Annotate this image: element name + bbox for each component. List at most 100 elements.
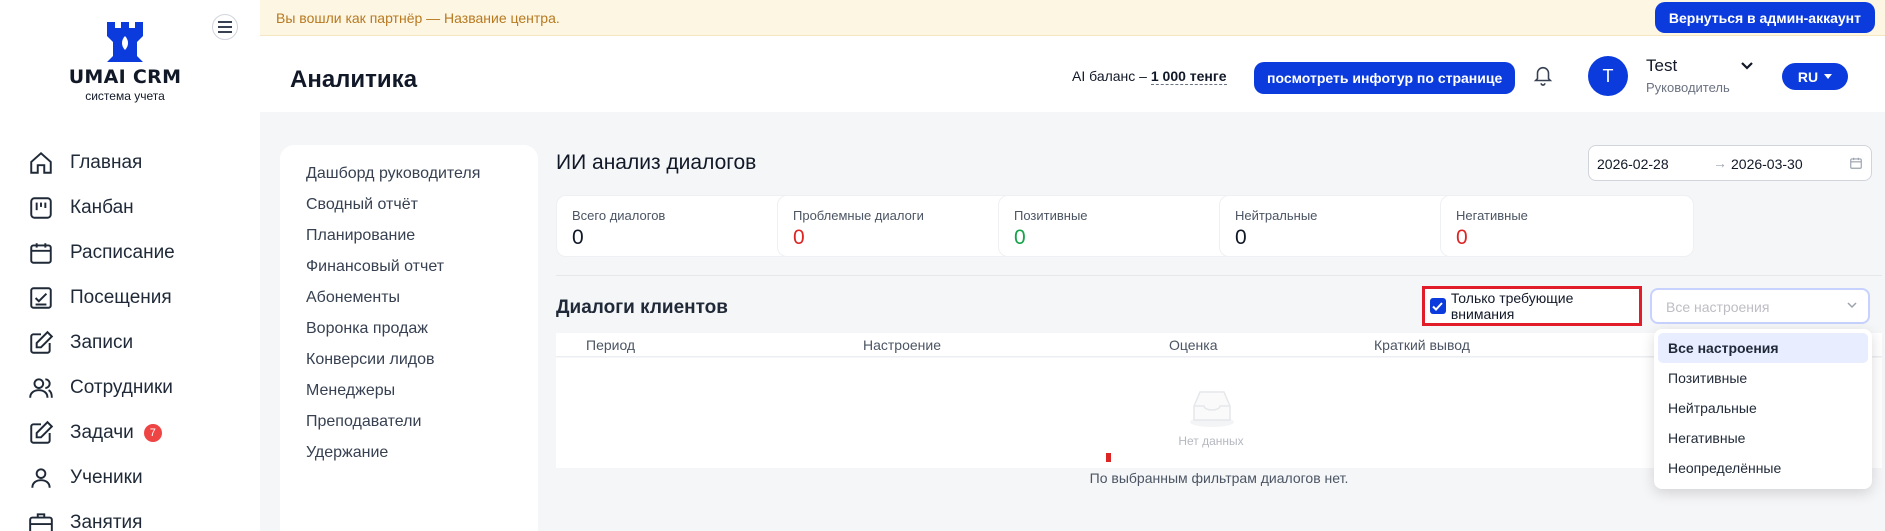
notifications-button[interactable] [1532, 63, 1554, 92]
client-dialogs-heading: Диалоги клиентов [556, 297, 728, 318]
sidebar-item-label: Канбан [70, 196, 134, 218]
ai-balance-label: AI баланс – [1072, 68, 1147, 84]
mood-option-negative[interactable]: Негативные [1658, 423, 1868, 453]
chevron-down-icon [1741, 62, 1753, 70]
stat-value: 0 [1014, 226, 1026, 249]
sidebar-item-home[interactable]: Главная [28, 140, 175, 185]
reports-menu: Дашборд руководителя Сводный отчёт Плани… [280, 145, 538, 531]
page-title: Аналитика [290, 66, 418, 93]
user-icon [31, 467, 51, 488]
report-item-retention[interactable]: Удержание [306, 444, 388, 462]
stat-card-problem: Проблемные диалоги 0 [777, 195, 1031, 257]
sidebar-item-label: Задачи [70, 421, 134, 443]
back-to-admin-button[interactable]: Вернуться в админ-аккаунт [1654, 2, 1875, 33]
menu-toggle-button[interactable] [212, 14, 238, 40]
stat-card-negative: Негативные 0 [1440, 195, 1694, 257]
sidebar-item-attendance[interactable]: Посещения [28, 275, 175, 320]
mood-option-all[interactable]: Все настроения [1658, 333, 1868, 363]
sidebar-item-label: Занятия [70, 511, 143, 531]
stat-label: Нейтральные [1235, 208, 1318, 223]
tasks-count-badge: 7 [143, 423, 162, 442]
mood-option-neutral[interactable]: Нейтральные [1658, 393, 1868, 423]
red-marker [1106, 453, 1111, 462]
edit-icon [30, 330, 54, 354]
sidebar-item-label: Ученики [70, 466, 143, 488]
mood-filter-select[interactable]: Все настроения [1650, 288, 1870, 324]
ai-balance-value[interactable]: 1 000 тенге [1150, 68, 1227, 85]
sidebar-item-label: Посещения [70, 286, 172, 308]
report-item-dashboard[interactable]: Дашборд руководителя [306, 165, 480, 183]
user-menu-toggle[interactable] [1740, 58, 1754, 76]
column-header-mood[interactable]: Настроение [863, 337, 941, 353]
sidebar-item-kanban[interactable]: Канбан [28, 185, 175, 230]
report-item-teachers[interactable]: Преподаватели [306, 413, 421, 431]
page-header: Аналитика AI баланс – 1 000 тенге посмот… [260, 36, 1885, 112]
sidebar: UMAI CRM система учета Главная Канбан Ра… [0, 0, 260, 531]
mood-option-undefined[interactable]: Неопределённые [1658, 453, 1868, 483]
partner-banner: Вы вошли как партнёр — Название центра. … [260, 0, 1885, 36]
user-role: Руководитель [1646, 80, 1730, 95]
hamburger-icon [218, 21, 232, 33]
column-header-score[interactable]: Оценка [1169, 337, 1218, 353]
info-tour-button[interactable]: посмотреть инфотур по странице [1254, 62, 1516, 94]
attention-only-checkbox[interactable]: Только требующие внимания [1422, 286, 1642, 326]
date-to[interactable]: 2026-03-30 [1731, 156, 1803, 172]
sidebar-item-label: Сотрудники [70, 376, 173, 398]
briefcase-icon [29, 512, 53, 531]
date-from[interactable]: 2026-02-28 [1597, 156, 1669, 172]
stat-card-positive: Позитивные 0 [998, 195, 1252, 257]
users-icon [29, 377, 53, 398]
stat-value: 0 [1456, 226, 1468, 249]
sidebar-item-records[interactable]: Записи [28, 320, 175, 365]
stat-label: Всего диалогов [572, 208, 666, 223]
sidebar-item-schedule[interactable]: Расписание [28, 230, 175, 275]
column-header-period[interactable]: Период [586, 337, 635, 353]
report-item-subscriptions[interactable]: Абонементы [306, 289, 400, 307]
mood-select-placeholder: Все настроения [1666, 299, 1770, 315]
section-heading: ИИ анализ диалогов [556, 151, 757, 174]
sidebar-item-label: Записи [70, 331, 134, 353]
ai-balance: AI баланс – 1 000 тенге [1072, 68, 1227, 85]
calendar-icon [30, 242, 52, 264]
arrow-right-icon: → [1713, 155, 1727, 171]
stat-label: Негативные [1456, 208, 1528, 223]
checkbox-checked-icon[interactable] [1430, 298, 1446, 314]
report-item-lead-conversion[interactable]: Конверсии лидов [306, 351, 435, 369]
chevron-down-icon [1847, 302, 1857, 309]
stat-label: Проблемные диалоги [793, 208, 924, 223]
report-item-sales-funnel[interactable]: Воронка продаж [306, 320, 428, 338]
brand-tagline: система учета [85, 89, 165, 103]
empty-inbox-icon [1190, 391, 1234, 427]
sidebar-nav: Главная Канбан Расписание Посещения Запи… [28, 140, 175, 531]
report-item-summary[interactable]: Сводный отчёт [306, 196, 418, 214]
sidebar-item-label: Расписание [70, 241, 175, 263]
report-item-finance[interactable]: Финансовый отчет [306, 258, 444, 276]
date-range-picker[interactable]: 2026-02-28 → 2026-03-30 [1588, 145, 1872, 181]
stat-value: 0 [1235, 226, 1247, 249]
attention-only-label: Только требующие внимания [1450, 290, 1574, 322]
mood-option-positive[interactable]: Позитивные [1658, 363, 1868, 393]
brand-logo[interactable]: UMAI CRM система учета [60, 20, 190, 103]
stat-value: 0 [572, 226, 584, 249]
sidebar-item-tasks[interactable]: Задачи 7 [28, 410, 175, 455]
user-avatar[interactable]: T [1588, 56, 1628, 96]
calendar-icon [1850, 157, 1862, 169]
sidebar-item-staff[interactable]: Сотрудники [28, 365, 175, 410]
language-label: RU [1797, 68, 1819, 85]
tasks-icon [30, 420, 54, 444]
attendance-icon [30, 286, 52, 309]
sidebar-item-students[interactable]: Ученики [28, 455, 175, 500]
language-select[interactable]: RU [1782, 63, 1848, 90]
mood-dropdown-menu: Все настроения Позитивные Нейтральные Не… [1654, 329, 1872, 489]
stat-label: Позитивные [1014, 208, 1088, 223]
stat-card-neutral: Нейтральные 0 [1219, 195, 1473, 257]
brand-name: UMAI CRM [68, 66, 182, 88]
report-item-planning[interactable]: Планирование [306, 227, 415, 245]
sidebar-item-lessons[interactable]: Занятия [28, 500, 175, 531]
user-name[interactable]: Test [1646, 56, 1677, 76]
content-area: Дашборд руководителя Сводный отчёт Плани… [260, 112, 1885, 531]
column-header-summary[interactable]: Краткий вывод [1374, 337, 1470, 353]
report-item-managers[interactable]: Менеджеры [306, 382, 395, 400]
stat-card-total: Всего диалогов 0 [556, 195, 810, 257]
bell-icon [1533, 66, 1553, 86]
